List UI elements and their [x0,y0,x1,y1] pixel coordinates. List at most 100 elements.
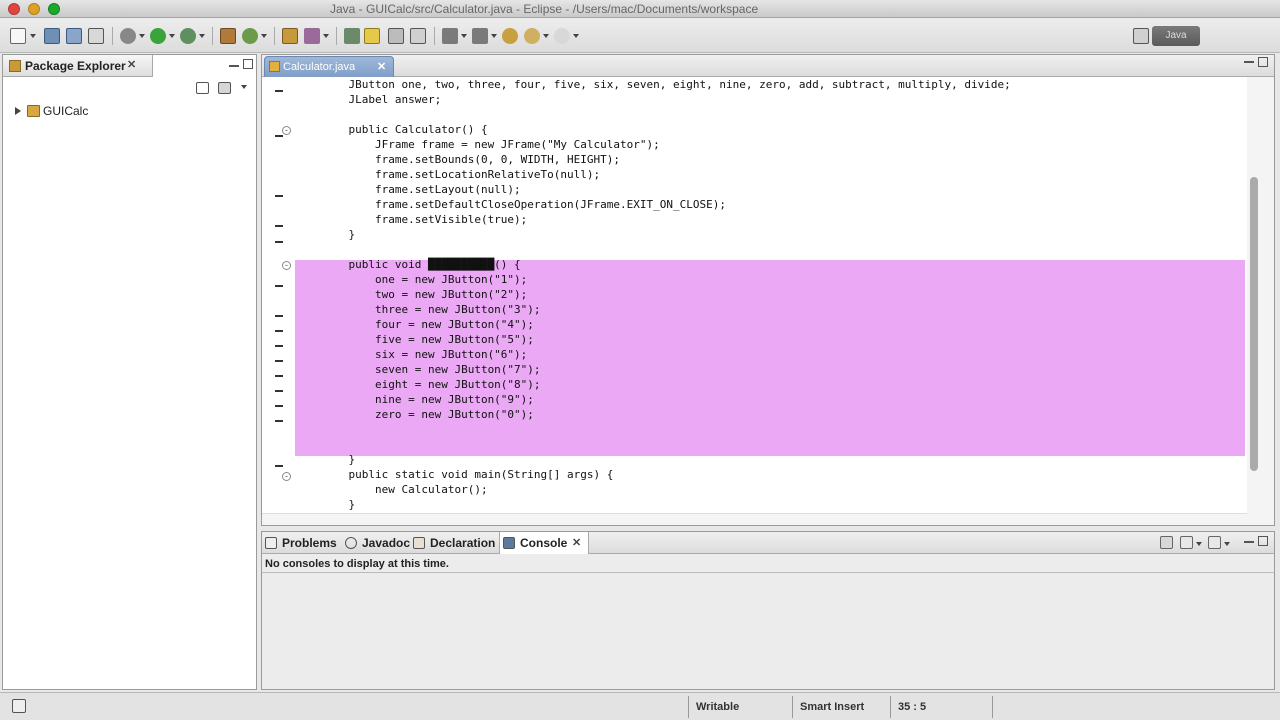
fold-toggle-icon[interactable]: - [282,126,291,135]
open-type-icon[interactable] [282,28,298,44]
bottom-tab-bar: Problems Javadoc Declaration Console ✕ [262,532,1274,554]
display-console-dropdown-icon[interactable] [1196,542,1202,546]
code-line[interactable]: } [322,497,355,512]
new-dropdown-icon[interactable] [30,34,36,38]
editor-tab-label: Calculator.java [283,61,356,73]
save-icon[interactable] [44,28,60,44]
tab-label: Console [520,536,568,550]
new-class-icon[interactable] [242,28,258,44]
close-icon[interactable]: ✕ [572,538,582,549]
open-console-icon[interactable] [1208,536,1221,549]
back-icon[interactable] [524,28,540,44]
tree-item-guicalc[interactable]: GUICalc [13,103,88,119]
pin-console-icon[interactable] [1160,536,1173,549]
code-line[interactable]: JLabel answer; [322,92,441,107]
next-annotation-dropdown-icon[interactable] [461,34,467,38]
link-with-editor-icon[interactable] [218,82,231,94]
code-line[interactable]: six = new JButton("6"); [322,347,527,362]
tab-console[interactable]: Console ✕ [499,532,589,554]
code-line[interactable]: public Calculator() { [322,122,487,137]
code-line[interactable]: } [322,227,355,242]
minimize-view-icon[interactable] [229,65,239,67]
close-icon[interactable]: ✕ [127,60,137,71]
close-icon[interactable]: ✕ [377,62,387,73]
run-icon[interactable] [150,28,166,44]
open-perspective-icon[interactable] [1133,28,1149,44]
code-line[interactable]: zero = new JButton("0"); [322,407,534,422]
close-window-button[interactable] [8,3,20,15]
minimize-view-icon[interactable] [1244,541,1254,543]
display-console-icon[interactable] [1180,536,1193,549]
next-annotation-icon[interactable] [442,28,458,44]
code-line[interactable]: public static void main(String[] args) { [322,467,613,482]
main-toolbar: Java [0,19,1280,53]
maximize-view-icon[interactable] [243,59,253,69]
code-line[interactable]: one = new JButton("1"); [322,272,527,287]
block-selection-icon[interactable] [388,28,404,44]
previous-annotation-dropdown-icon[interactable] [491,34,497,38]
save-all-icon[interactable] [66,28,82,44]
minimize-editor-icon[interactable] [1244,61,1254,63]
debug-dropdown-icon[interactable] [139,34,145,38]
code-line[interactable]: seven = new JButton("7"); [322,362,541,377]
print-icon[interactable] [88,28,104,44]
new-class-dropdown-icon[interactable] [261,34,267,38]
external-tools-dropdown-icon[interactable] [199,34,205,38]
code-line[interactable]: two = new JButton("2"); [322,287,527,302]
code-line[interactable]: eight = new JButton("8"); [322,377,541,392]
maximize-view-icon[interactable] [1258,536,1268,546]
collapse-all-icon[interactable] [196,82,209,94]
code-line[interactable]: frame.setLayout(null); [322,182,521,197]
show-whitespace-icon[interactable] [410,28,426,44]
new-icon[interactable] [10,28,26,44]
package-explorer-view: Package Explorer ✕ GUICalc [2,54,257,690]
editor-scroll-thumb[interactable] [1250,177,1258,471]
toolbar-separator [274,27,275,45]
mark-occurrences-icon[interactable] [364,28,380,44]
code-line[interactable]: frame.setLocationRelativeTo(null); [322,167,600,182]
external-tools-icon[interactable] [180,28,196,44]
editor-horizontal-scrollbar[interactable] [262,513,1247,525]
code-line[interactable]: JButton one, two, three, four, five, six… [322,77,1010,92]
forward-dropdown-icon[interactable] [573,34,579,38]
code-line[interactable]: frame.setVisible(true); [322,212,527,227]
debug-settings-icon[interactable] [120,28,136,44]
code-line[interactable]: nine = new JButton("9"); [322,392,534,407]
code-line[interactable]: public void ██████████() { [322,257,520,272]
fold-toggle-icon[interactable]: - [282,261,291,270]
divider [992,696,993,718]
back-dropdown-icon[interactable] [543,34,549,38]
annotation-icon[interactable] [344,28,360,44]
code-line[interactable]: } [322,452,355,467]
run-dropdown-icon[interactable] [169,34,175,38]
tab-problems[interactable]: Problems [262,532,338,554]
fast-view-icon[interactable] [12,699,26,713]
code-line[interactable]: frame.setDefaultCloseOperation(JFrame.EX… [322,197,726,212]
console-message: No consoles to display at this time. [265,558,449,570]
expand-arrow-icon[interactable] [15,107,21,115]
previous-annotation-icon[interactable] [472,28,488,44]
maximize-editor-icon[interactable] [1258,57,1268,67]
zoom-window-button[interactable] [48,3,60,15]
view-menu-icon[interactable] [241,85,247,89]
code-line[interactable]: frame.setBounds(0, 0, WIDTH, HEIGHT); [322,152,620,167]
tab-declaration[interactable]: Declaration [410,532,496,554]
code-area[interactable]: JButton one, two, three, four, five, six… [322,77,1246,525]
code-line[interactable]: five = new JButton("5"); [322,332,534,347]
code-line[interactable]: new Calculator(); [322,482,488,497]
new-java-project-icon[interactable] [220,28,236,44]
editor-tab-calculator[interactable]: Calculator.java ✕ [264,56,394,77]
search-dropdown-icon[interactable] [323,34,329,38]
code-line[interactable]: JFrame frame = new JFrame("My Calculator… [322,137,660,152]
tab-javadoc[interactable]: Javadoc [342,532,410,554]
fold-toggle-icon[interactable]: - [282,472,291,481]
search-icon[interactable] [304,28,320,44]
package-explorer-tab[interactable]: Package Explorer ✕ [3,55,153,77]
forward-icon[interactable] [554,28,570,44]
code-line[interactable]: four = new JButton("4"); [322,317,534,332]
open-console-dropdown-icon[interactable] [1224,542,1230,546]
last-edit-location-icon[interactable] [502,28,518,44]
minimize-window-button[interactable] [28,3,40,15]
code-line[interactable]: three = new JButton("3"); [322,302,541,317]
java-perspective-button[interactable]: Java [1152,26,1200,46]
